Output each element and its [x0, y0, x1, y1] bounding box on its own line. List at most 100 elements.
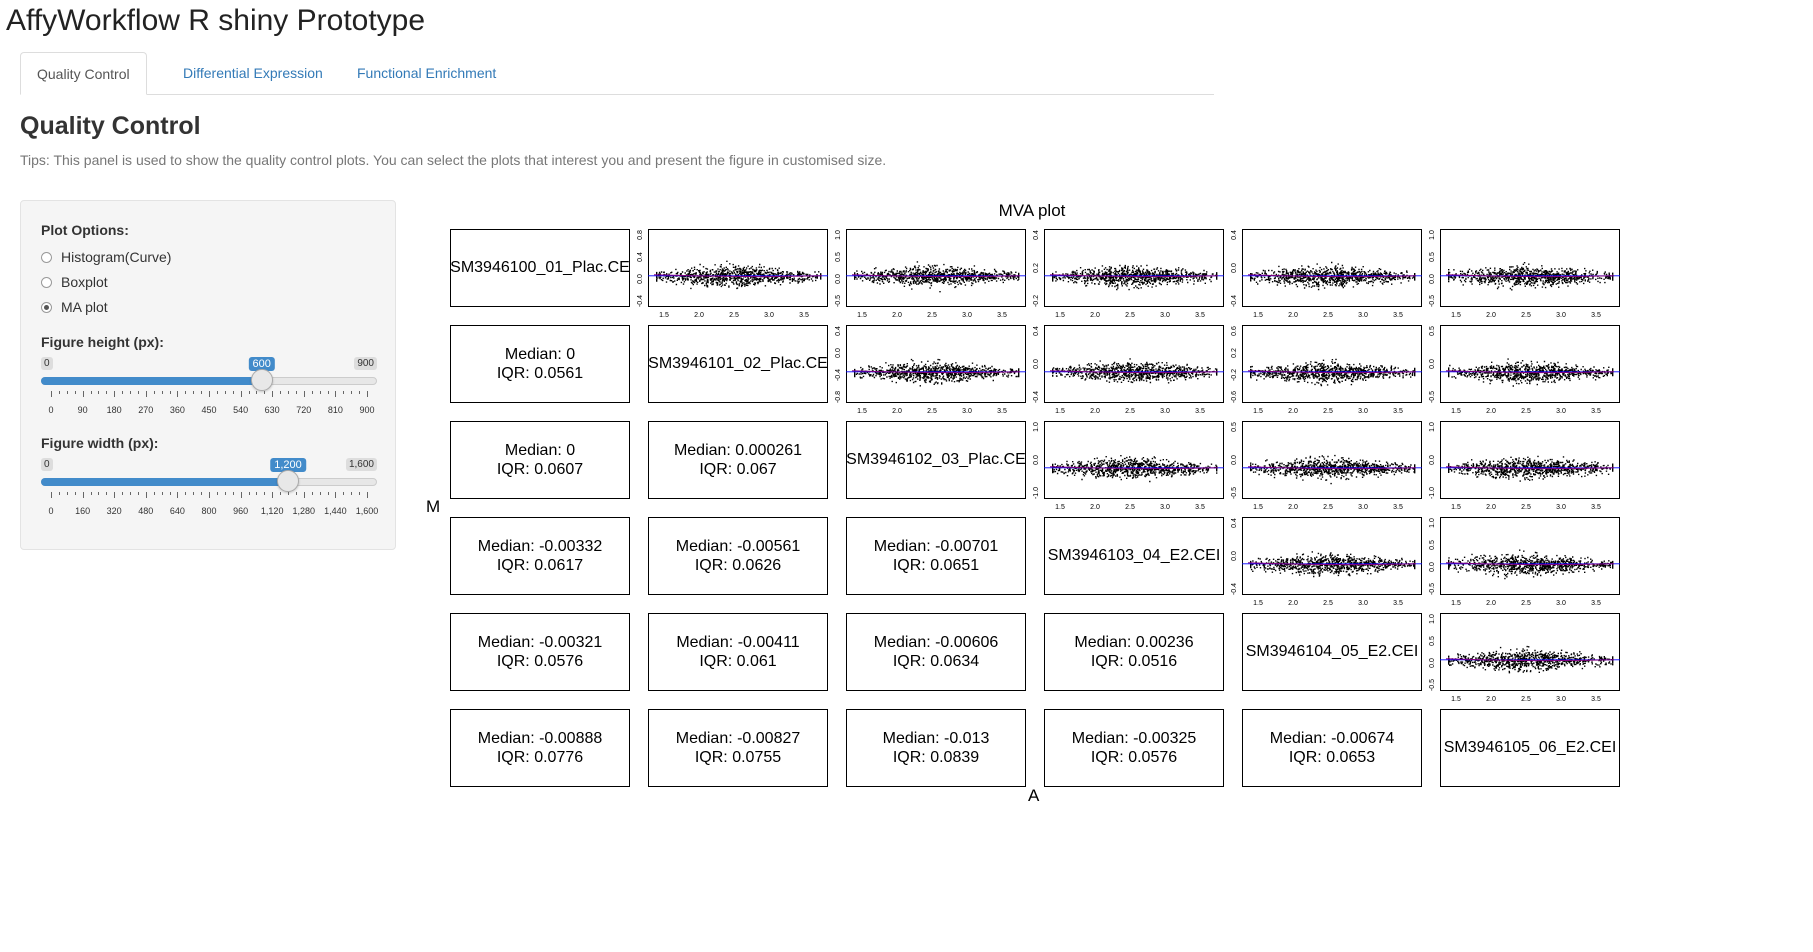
y-tick-label: 0.0	[1429, 359, 1436, 369]
slider-tick-mark	[311, 391, 313, 394]
tab-differential-expression[interactable]: Differential Expression	[167, 52, 339, 94]
slider-tick-mark	[256, 391, 258, 394]
stat-cell: Median: -0.00321 IQR: 0.0576	[450, 613, 630, 691]
figure-width-slider[interactable]: 0 1,600 1,200 0 160 320 480 640 800 960 1,120 1,…	[41, 458, 378, 533]
y-tick-label: -0.5	[835, 295, 842, 307]
iqr-value: IQR: 0.0561	[496, 365, 584, 382]
stat-cell: Median: -0.00827 IQR: 0.0755	[648, 709, 828, 787]
slider-tick-mark	[98, 391, 100, 394]
x-tick-label: 3.5	[1195, 312, 1205, 319]
ma-scatter-plot: 1.5 2.0 2.5 3.0 3.5 -1.0 0.0 1.0	[1030, 421, 1224, 513]
y-tick-label: -1.0	[1033, 487, 1040, 499]
y-tick-label: 0.5	[835, 252, 842, 262]
sample-name: SM3946105_06_E2.CEI	[1443, 739, 1617, 756]
sidebar-panel: Plot Options: Histogram(Curve) Boxplot M…	[20, 200, 396, 550]
x-tick-label: 1.5	[1451, 696, 1461, 703]
stat-cell: Median: 0.000261 IQR: 0.067	[648, 421, 828, 499]
x-tick-label: 1.5	[1055, 408, 1065, 415]
ma-scatter-plot: 1.5 2.0 2.5 3.0 3.5 -0.5 0.0 0.5 1.0	[832, 229, 1026, 321]
radio-boxplot-input[interactable]	[41, 276, 52, 288]
plot-frame	[648, 229, 828, 307]
y-axis-label: M	[426, 497, 441, 516]
sample-label-cell: SM3946103_04_E2.CEI	[1044, 517, 1224, 595]
iqr-value: IQR: 0.0516	[1090, 653, 1178, 670]
radio-ma-plot-input[interactable]	[41, 301, 52, 313]
slider-ticks: 0 160 320 480 640 800 960 1,120 1,280 1,440 1,600	[41, 492, 378, 516]
slider-handle[interactable]	[250, 369, 273, 391]
radio-boxplot[interactable]: Boxplot	[41, 272, 108, 292]
x-tick-label: 1.5	[1253, 312, 1263, 319]
median-value: Median: -0.00674	[1269, 730, 1395, 747]
ma-scatter-svg: 1.5 2.0 2.5 3.0 3.5 -0.8 -0.4 0.0 0.4	[835, 325, 1026, 415]
radio-histogram-input[interactable]	[41, 251, 52, 263]
plot-frame	[1440, 229, 1620, 307]
slider-tick-mark	[58, 391, 60, 394]
median-value: Median: -0.00827	[675, 730, 801, 747]
slider-tick-mark	[185, 391, 187, 394]
slider-tick-mark	[130, 492, 131, 495]
tab-functional-enrichment[interactable]: Functional Enrichment	[341, 52, 512, 94]
slider-tick-mark	[319, 391, 321, 394]
y-tick-label: 1.0	[1429, 422, 1436, 432]
ma-scatter-svg: 1.5 2.0 2.5 3.0 3.5 -0.5 0.0 0.5 1.0	[1429, 517, 1620, 607]
ma-scatter-plot: 1.5 2.0 2.5 3.0 3.5 -0.4 0.0 0.4	[1030, 325, 1224, 417]
slider-tick-label: 540	[233, 405, 249, 415]
sample-name: SM3946103_04_E2.CEI	[1047, 547, 1221, 564]
slider-tick-mark	[335, 391, 337, 397]
slider-tick-label: 1,600	[355, 506, 379, 516]
x-tick-label: 3.5	[1393, 408, 1403, 415]
sample-name: SM3946102_03_Plac.CE	[846, 451, 1026, 468]
plot-frame	[1440, 421, 1620, 499]
slider-tick-mark	[114, 391, 116, 397]
y-tick-label: 0.0	[1429, 658, 1436, 668]
slider-tick-mark	[153, 492, 155, 495]
slider-tick-mark	[319, 492, 321, 495]
x-tick-label: 1.5	[857, 408, 867, 415]
ma-scatter-svg: 1.5 2.0 2.5 3.0 3.5 -1.0 0.0 1.0	[1033, 421, 1224, 511]
slider-min-label: 0	[41, 357, 53, 370]
iqr-value: IQR: 0.0576	[1090, 749, 1178, 766]
y-tick-label: 0.5	[1231, 422, 1238, 432]
radio-ma-plot[interactable]: MA plot	[41, 297, 108, 317]
plot-frame	[1242, 229, 1422, 307]
x-tick-label: 3.0	[1358, 504, 1368, 511]
x-tick-label: 2.0	[1288, 312, 1298, 319]
radio-histogram[interactable]: Histogram(Curve)	[41, 247, 171, 267]
x-tick-label: 2.0	[892, 312, 902, 319]
tab-quality-control[interactable]: Quality Control	[20, 52, 147, 95]
y-tick-label: 0.5	[1429, 326, 1436, 336]
y-tick-label: 0.0	[1033, 359, 1040, 369]
figure-height-slider[interactable]: 0 900 600 0 90 180 270 360 450 540 630 720 810 900	[41, 357, 377, 432]
x-tick-label: 2.5	[1521, 312, 1531, 319]
slider-tick-mark	[74, 391, 76, 394]
x-tick-label: 3.5	[799, 312, 809, 319]
median-value: Median: -0.013	[882, 730, 990, 747]
slider-tick-mark	[130, 391, 131, 394]
y-tick-label: 1.0	[1429, 614, 1436, 624]
slider-tick-mark	[343, 391, 345, 394]
slider-tick-mark	[280, 391, 282, 394]
iqr-value: IQR: 0.0651	[892, 557, 980, 574]
slider-tick-mark	[224, 391, 226, 394]
slider-tick-mark	[272, 492, 274, 498]
x-tick-label: 2.5	[1521, 696, 1531, 703]
y-tick-label: 0.0	[1429, 455, 1436, 465]
y-tick-label: 0.0	[1429, 562, 1436, 572]
slider-tick-mark	[145, 391, 147, 397]
x-tick-label: 3.5	[1195, 408, 1205, 415]
slider-tick-mark	[351, 492, 353, 495]
stat-cell: Median: -0.00325 IQR: 0.0576	[1044, 709, 1224, 787]
slider-tick-mark	[351, 391, 353, 394]
x-tick-label: 1.5	[659, 312, 669, 319]
stat-cell: Median: -0.00701 IQR: 0.0651	[846, 517, 1026, 595]
slider-tick-mark	[137, 391, 139, 394]
x-tick-label: 2.0	[1288, 504, 1298, 511]
x-tick-label: 1.5	[1451, 312, 1461, 319]
y-tick-label: 0.0	[1429, 274, 1436, 284]
slider-tick-label: 0	[48, 405, 54, 415]
x-tick-label: 3.0	[1160, 408, 1170, 415]
x-tick-label: 2.0	[1486, 600, 1496, 607]
median-value: Median: -0.00321	[477, 634, 603, 651]
x-tick-label: 2.5	[1125, 312, 1135, 319]
slider-handle[interactable]	[277, 470, 299, 492]
